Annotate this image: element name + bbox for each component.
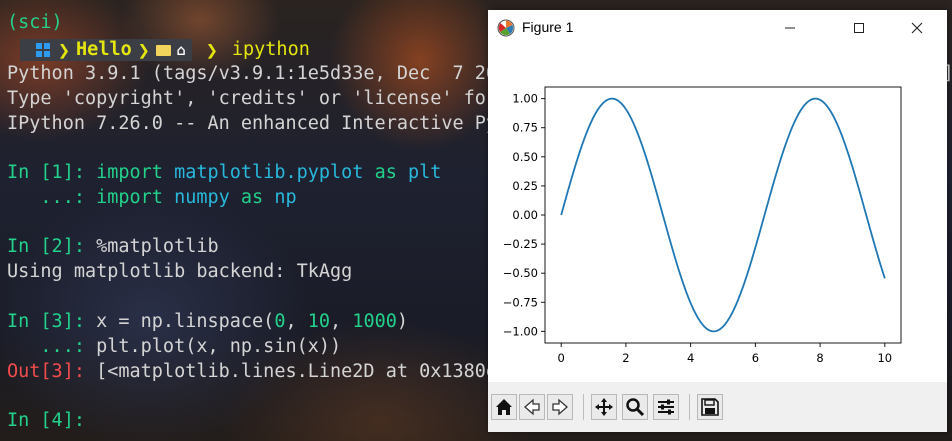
- continuation-prompt: ...:: [7, 187, 97, 208]
- keyword: as: [374, 162, 397, 183]
- y-tick-label: 0.25: [512, 179, 538, 193]
- y-tick-label: −0.75: [503, 295, 538, 309]
- module-alias: np: [274, 187, 297, 208]
- code-text: x = np.linspace(: [96, 311, 275, 332]
- x-tick-label: 2: [622, 351, 629, 365]
- input-prompt: In [3]:: [7, 311, 97, 332]
- cwd-label: ipython: [231, 38, 310, 60]
- code-text: plt.plot(x, np.sin(x)): [96, 336, 342, 357]
- keyword: import: [96, 162, 163, 183]
- zoom-button[interactable]: [622, 394, 648, 420]
- code-text: ): [396, 311, 409, 332]
- input-line: In [1]: import matplotlib.pyplot as plt: [7, 161, 441, 186]
- save-button[interactable]: [697, 394, 723, 420]
- forward-icon: [552, 398, 568, 416]
- configure-subplots-button[interactable]: [653, 394, 679, 420]
- close-icon: [911, 22, 923, 34]
- plot-canvas[interactable]: 1.00 0.75 0.50 0.25 0.00 −0.25 −0.50 −0.75 −1.00…: [488, 45, 947, 382]
- toolbar-separator: [583, 394, 584, 420]
- conda-env: (sci): [7, 12, 63, 33]
- output-text: Using matplotlib backend: TkAgg: [7, 261, 353, 282]
- back-icon: [524, 398, 540, 416]
- y-tick-label: 1.00: [512, 92, 538, 106]
- zoom-icon: [626, 398, 645, 417]
- axes-frame: [544, 86, 902, 344]
- y-tick-label: −0.50: [503, 266, 538, 280]
- figure-title: Figure 1: [522, 19, 574, 35]
- input-line: ...: import numpy as np: [7, 186, 297, 211]
- path-segment-label: Hello: [76, 38, 132, 60]
- input-line[interactable]: In [4]:: [7, 409, 96, 434]
- configure-subplots-icon: [658, 399, 674, 415]
- number-literal: 10: [307, 311, 331, 332]
- chevron-right-icon: ❯: [137, 38, 150, 62]
- output-prompt: Out[3]:: [7, 361, 97, 382]
- number-literal: 0: [274, 311, 286, 332]
- figure-window[interactable]: Figure 1 1.00 0.75 0.50 0.25 0.00 −0.25 −0.50 −…: [488, 10, 947, 432]
- module-name: matplotlib.pyplot: [174, 162, 364, 183]
- save-icon: [701, 398, 719, 416]
- module-name: numpy: [174, 187, 230, 208]
- x-tick-label: 0: [558, 351, 565, 365]
- code-text: ,: [330, 311, 353, 332]
- module-alias: plt: [408, 162, 442, 183]
- toolbar-separator: [689, 394, 690, 420]
- input-prompt: In [1]:: [7, 162, 97, 183]
- x-tick-label: 8: [816, 351, 823, 365]
- windows-segment: [20, 39, 58, 61]
- x-tick-label: 4: [687, 351, 694, 365]
- home-button[interactable]: [491, 394, 517, 420]
- pan-button[interactable]: [591, 394, 617, 420]
- windows-icon: [36, 43, 50, 57]
- close-button[interactable]: [894, 15, 940, 41]
- home-segment: ⌂: [149, 39, 192, 61]
- forward-button[interactable]: [547, 394, 573, 420]
- matplotlib-logo-icon: [497, 19, 515, 37]
- y-tick-label: 0.00: [512, 208, 538, 222]
- y-tick-label: −1.00: [503, 324, 538, 338]
- y-tick-label: 0.75: [512, 121, 538, 135]
- keyword: as: [240, 187, 264, 208]
- back-button[interactable]: [519, 394, 545, 420]
- figure-titlebar[interactable]: Figure 1: [488, 10, 947, 45]
- pan-icon: [595, 398, 613, 416]
- input-line: In [2]: %matplotlib: [7, 235, 219, 260]
- input-prompt: In [2]:: [7, 236, 97, 257]
- input-line: ...: plt.plot(x, np.sin(x)): [7, 335, 341, 360]
- navigation-toolbar: [488, 382, 947, 432]
- minimize-button[interactable]: [767, 15, 813, 41]
- maximize-icon: [854, 23, 864, 33]
- x-tick-label: 6: [752, 351, 759, 365]
- input-prompt: In [4]:: [7, 410, 97, 431]
- y-tick-label: −0.25: [503, 237, 538, 251]
- y-tick-label: 0.50: [512, 150, 538, 164]
- code-text: %matplotlib: [96, 236, 219, 257]
- maximize-button[interactable]: [836, 15, 882, 41]
- home-icon: ⌂: [176, 40, 186, 59]
- path-segment: Hello: [70, 39, 138, 61]
- chevron-right-icon: ❯: [58, 38, 71, 62]
- chevron-right-icon: ❯: [205, 38, 218, 62]
- prompt-path-bar: ❯ Hello ❯ ⌂ ❯ ipython: [20, 38, 310, 62]
- home-icon: [496, 399, 512, 415]
- input-line: In [3]: x = np.linspace(0, 10, 1000): [7, 310, 408, 335]
- keyword: import: [96, 187, 163, 208]
- number-literal: 1000: [352, 311, 397, 332]
- minimize-icon: [785, 27, 795, 29]
- sine-chart[interactable]: 1.00 0.75 0.50 0.25 0.00 −0.25 −0.50 −0.75 −1.00…: [488, 45, 947, 382]
- x-tick-label: 10: [877, 351, 892, 365]
- code-text: ,: [285, 311, 308, 332]
- continuation-prompt: ...:: [7, 336, 97, 357]
- folder-icon: [155, 44, 171, 56]
